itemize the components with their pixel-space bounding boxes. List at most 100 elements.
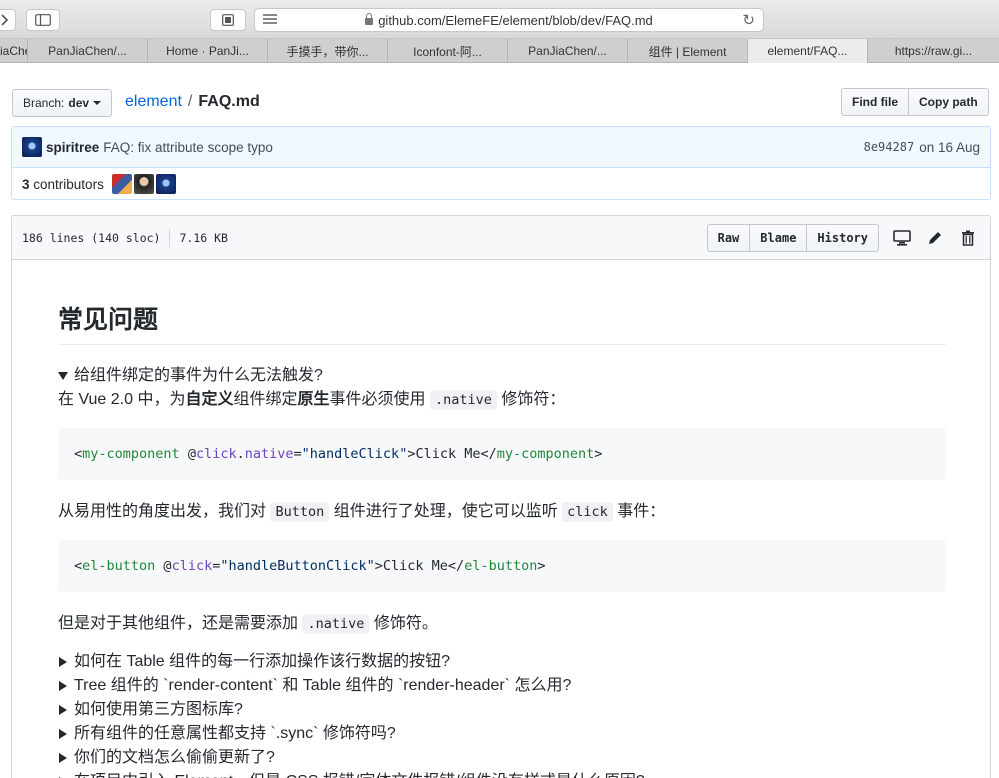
code-token: click: [195, 446, 237, 462]
commit-sha[interactable]: 8e94287: [864, 140, 915, 154]
page-title: 常见问题: [58, 304, 946, 345]
commit-author[interactable]: spiritree: [46, 140, 99, 155]
forward-button[interactable]: [0, 9, 16, 31]
faq-summary[interactable]: 如何在 Table 组件的每一行添加操作该行数据的按钮?: [58, 650, 946, 674]
triangle-down-icon: [58, 372, 68, 380]
browser-tab[interactable]: 组件 | Element: [628, 39, 748, 63]
code-token: @: [155, 558, 172, 574]
triangle-right-icon: [59, 657, 67, 667]
text: 事件：: [617, 503, 666, 520]
faq-summary[interactable]: 你们的文档怎么偷偷更新了?: [58, 746, 946, 770]
faq-summary[interactable]: 如何使用第三方图标库?: [58, 698, 946, 722]
browser-tab[interactable]: Home · PanJi...: [148, 39, 268, 63]
reader-icon[interactable]: [263, 14, 277, 26]
sidebar-toggle-button[interactable]: [26, 9, 60, 31]
tab-overview-button[interactable]: [210, 9, 246, 31]
branch-name: dev: [68, 96, 90, 110]
faq-summary[interactable]: 所有组件的任意属性都支持 `.sync` 修饰符吗?: [58, 722, 946, 746]
contributors-row: 3 contributors: [12, 168, 990, 200]
paragraph: 在 Vue 2.0 中，为自定义组件绑定原生事件必须使用 .native 修饰符…: [58, 388, 946, 412]
divider: [169, 228, 171, 247]
markdown-body: 常见问题 给组件绑定的事件为什么无法触发? 在 Vue 2.0 中，为自定义组件…: [58, 304, 946, 778]
paragraph: 从易用性的角度出发，我们对 Button 组件进行了处理，使它可以监听 clic…: [58, 500, 946, 524]
inline-code: .native: [302, 614, 370, 634]
code-block: <el-button @click="handleButtonClick">Cl…: [58, 540, 946, 592]
faq-question: 所有组件的任意属性都支持 `.sync` 修饰符吗?: [74, 725, 396, 742]
pencil-icon[interactable]: [925, 228, 945, 248]
commit-message[interactable]: FAQ: fix attribute scope typo: [103, 140, 273, 155]
text: 从易用性的角度出发，我们对: [58, 503, 267, 520]
file-name: FAQ.md: [198, 93, 260, 110]
text: 组件绑定: [233, 391, 298, 408]
avatar[interactable]: [111, 174, 132, 194]
branch-selector[interactable]: Branch: dev: [12, 89, 113, 117]
avatar[interactable]: [22, 137, 42, 157]
code-token: @: [179, 446, 196, 462]
browser-tab[interactable]: https://raw.gi...: [868, 39, 999, 63]
faq-summary[interactable]: 在项目中引入 Element，但是 CSS 报错/字体文件报错/组件没有样式是什…: [58, 770, 946, 778]
contributor-avatars: [111, 174, 176, 194]
text: 组件进行了处理，使它可以监听: [333, 503, 558, 520]
code-token: "handleButtonClick": [220, 558, 375, 574]
browser-toolbar: github.com/ElemeFE/element/blob/dev/FAQ.…: [0, 0, 999, 39]
faq-question: 你们的文档怎么偷偷更新了?: [74, 749, 275, 766]
code-token: >: [537, 558, 546, 574]
code-token: >Click Me</: [374, 558, 465, 574]
file-viewer: 186 lines (140 sloc) 7.16 KB Raw Blame H…: [11, 215, 991, 778]
browser-tab[interactable]: 手摸手，带你...: [268, 39, 388, 63]
code-token: my-component: [82, 446, 180, 462]
faq-question: 如何使用第三方图标库?: [74, 701, 243, 718]
latest-commit: spiritree FAQ: fix attribute scope typo …: [12, 127, 990, 168]
text: 在 Vue 2.0 中，为: [58, 391, 186, 408]
branch-label: Branch:: [23, 96, 65, 110]
url-text: github.com/ElemeFE/element/blob/dev/FAQ.…: [378, 12, 653, 28]
text: 但是对于其他组件，还是需要添加: [58, 615, 299, 632]
browser-tab[interactable]: Iconfont-阿...: [388, 39, 508, 63]
breadcrumb-separator: /: [187, 93, 193, 110]
caret-down-icon: [93, 101, 102, 105]
code-token: >: [594, 446, 603, 462]
faq-question: 在项目中引入 Element，但是 CSS 报错/字体文件报错/组件没有样式是什…: [74, 770, 645, 778]
file-size: 7.16 KB: [179, 230, 228, 245]
repo-link[interactable]: element: [125, 93, 182, 110]
desktop-icon[interactable]: [892, 228, 912, 248]
trash-icon[interactable]: [958, 228, 978, 248]
copy-path-button[interactable]: Copy path: [908, 88, 989, 116]
bold-text: 原生: [297, 391, 330, 408]
code-token: .: [236, 446, 245, 462]
code-token: <: [74, 558, 83, 574]
bold-text: 自定义: [185, 391, 234, 408]
browser-tab[interactable]: iaChe: [0, 39, 28, 63]
contributors-count[interactable]: 3: [22, 177, 30, 192]
faq-summary-open[interactable]: 给组件绑定的事件为什么无法触发?: [58, 364, 946, 388]
triangle-right-icon: [59, 729, 67, 739]
file-actions: Raw Blame History: [706, 224, 978, 252]
inline-code: Button: [270, 502, 330, 522]
avatar[interactable]: [155, 174, 176, 194]
commit-date: on 16 Aug: [919, 139, 980, 155]
paragraph: 但是对于其他组件，还是需要添加 .native 修饰符。: [58, 612, 946, 636]
faq-summary[interactable]: Tree 组件的 `render-content` 和 Table 组件的 `r…: [58, 674, 946, 698]
contributors-label[interactable]: contributors: [33, 177, 104, 192]
text: 修饰符：: [501, 391, 566, 408]
code-token: >Click Me</: [407, 446, 497, 462]
code-token: "handleClick": [301, 446, 408, 462]
browser-tab[interactable]: PanJiaChen/...: [508, 39, 628, 63]
find-file-button[interactable]: Find file: [841, 88, 909, 116]
avatar[interactable]: [133, 174, 154, 194]
inline-code: .native: [429, 390, 497, 410]
text: 修饰符。: [373, 615, 438, 632]
history-button[interactable]: History: [806, 224, 879, 252]
code-token: el-button: [82, 558, 156, 574]
code-token: native: [244, 446, 294, 462]
browser-tab[interactable]: PanJiaChen/...: [28, 39, 148, 63]
triangle-right-icon: [59, 705, 67, 715]
file-nav-buttons: Find file Copy path: [841, 88, 989, 116]
blame-button[interactable]: Blame: [749, 224, 808, 252]
browser-tab-active[interactable]: element/FAQ...: [748, 39, 868, 63]
raw-button[interactable]: Raw: [706, 224, 751, 252]
triangle-right-icon: [59, 681, 67, 691]
faq-list: 如何在 Table 组件的每一行添加操作该行数据的按钮? Tree 组件的 `r…: [58, 650, 946, 778]
reload-icon[interactable]: ↻: [742, 11, 755, 29]
url-bar[interactable]: github.com/ElemeFE/element/blob/dev/FAQ.…: [254, 8, 764, 32]
